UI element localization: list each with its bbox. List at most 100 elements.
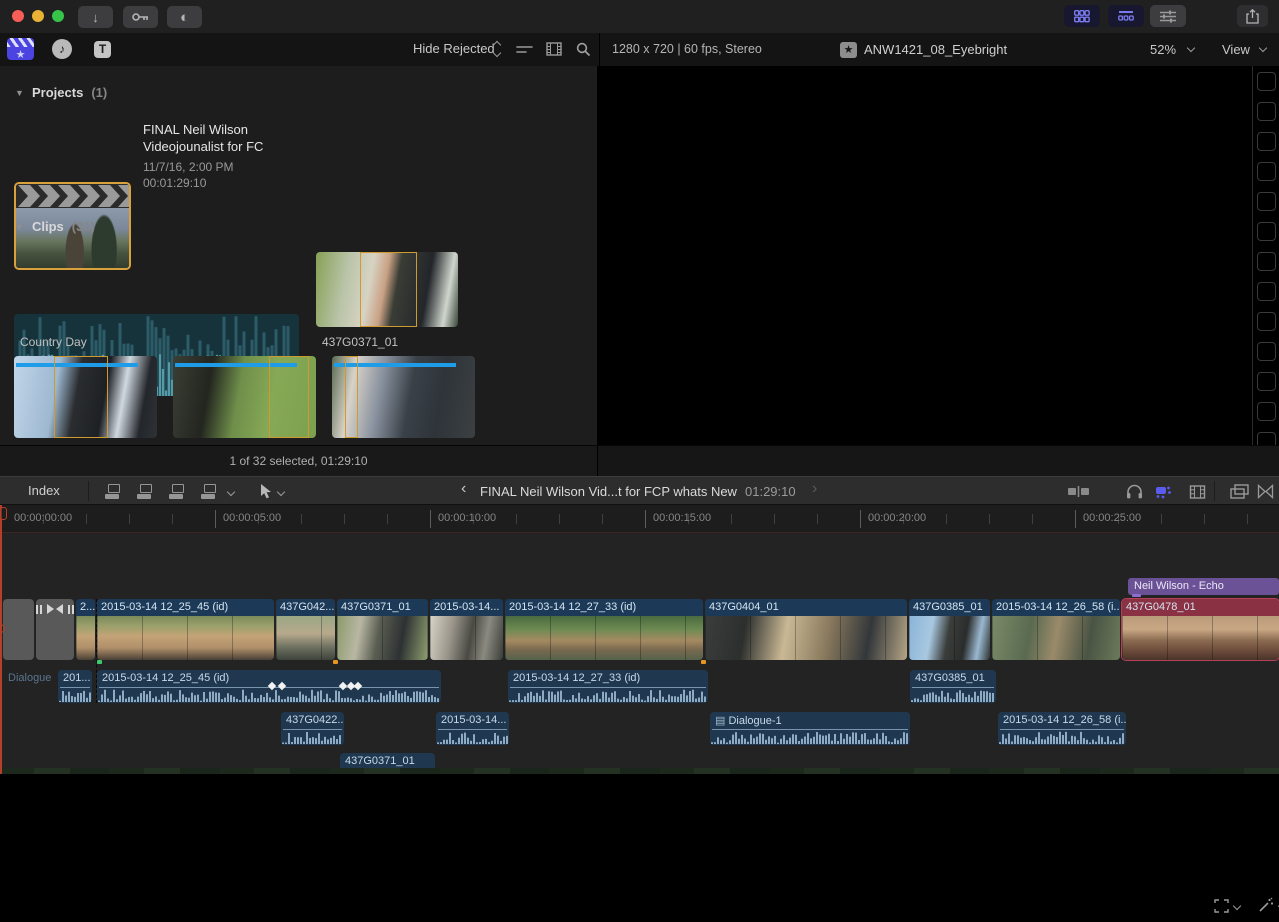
libraries-sidebar-button[interactable]: ★ [7, 38, 34, 60]
timeline-video-clip[interactable]: 2015-03-14... [430, 599, 503, 660]
append-edit-icon[interactable] [169, 484, 189, 499]
volume-line[interactable] [510, 687, 706, 688]
viewer-zoom-popup[interactable]: 52% [1150, 42, 1176, 57]
browser-list-view-button[interactable] [1108, 5, 1144, 27]
timeline-body[interactable]: Neil Wilson - Echo 2...2015-03-14 12_25_… [0, 533, 1279, 774]
clips-disclosure-triangle[interactable]: ▼ [15, 222, 24, 232]
breadcrumb-project-title[interactable]: FINAL Neil Wilson Vid...t for FCP whats … [480, 484, 737, 499]
range-selection[interactable] [345, 356, 358, 438]
range-selection[interactable] [269, 356, 309, 438]
ruler-tick [387, 514, 388, 524]
timeline-video-clip[interactable]: 437G0385_01 [909, 599, 990, 660]
volume-line[interactable] [1000, 729, 1124, 730]
viewer-view-popup[interactable]: View [1222, 42, 1250, 57]
chevron-down-icon[interactable] [227, 488, 235, 496]
filmstrip-chevrons [16, 184, 129, 208]
filter-popup[interactable]: Hide Rejected [413, 41, 495, 56]
project-thumbnail-image [16, 208, 129, 268]
media-info-text: 1280 x 720 | 60 fps, Stereo [612, 42, 762, 56]
chevron-down-icon [1259, 44, 1267, 52]
browser-clip-437G0371[interactable] [316, 252, 458, 327]
volume-line[interactable] [60, 687, 90, 688]
timeline-audio-clip[interactable]: 437G0385_01 [910, 670, 996, 703]
playhead-line[interactable] [0, 505, 2, 774]
crop-tool-icon[interactable] [1214, 899, 1229, 913]
projects-section-header: Projects(1) [32, 85, 107, 100]
zoom-window-button[interactable] [52, 10, 64, 22]
volume-line[interactable] [438, 729, 507, 730]
range-selection[interactable] [54, 356, 108, 438]
import-media-button[interactable]: ↓ [78, 6, 113, 28]
audio-clip-name: 201... [58, 670, 92, 684]
popup-chevrons-icon[interactable] [492, 41, 502, 57]
inspector-button[interactable] [1150, 5, 1186, 27]
timeline-video-clip[interactable]: 437G0478_01 [1122, 599, 1279, 660]
breadcrumb-back-chevron[interactable]: ‹ [461, 480, 466, 498]
viewer-canvas[interactable] [598, 66, 1250, 445]
timeline-video-clip[interactable]: 2015-03-14 12_25_45 (id) [97, 599, 274, 660]
dialogue-role-label[interactable]: Dialogue [8, 672, 51, 684]
breadcrumb-forward-chevron[interactable]: › [812, 480, 817, 498]
clip-filmstrip-thumbnail [909, 616, 990, 660]
minimize-window-button[interactable] [32, 10, 44, 22]
ruler-tick [86, 514, 87, 524]
close-window-button[interactable] [12, 10, 24, 22]
overwrite-edit-icon[interactable] [201, 484, 221, 499]
chevron-down-icon[interactable] [1233, 902, 1241, 910]
browser-toolbar: ★ ♪ T Hide Rejected 1280 x 720 | 60 fps,… [0, 33, 1279, 66]
volume-line[interactable] [712, 729, 908, 730]
browser-clip-thumbnail[interactable] [14, 356, 157, 438]
sprocket-hole [1257, 372, 1276, 391]
timeline-audio-clip[interactable]: 437G0422... [281, 712, 344, 745]
timeline-history-icon[interactable] [1230, 484, 1249, 499]
project-title-line1[interactable]: FINAL Neil Wilson [143, 122, 303, 137]
timeline-audio-clip[interactable]: 201... [58, 670, 92, 703]
ruler-timecode-label: 00:00:05:00 [223, 512, 281, 524]
projects-disclosure-triangle[interactable]: ▼ [15, 88, 24, 98]
timeline-video-clip[interactable]: 2015-03-14 12_27_33 (id) [505, 599, 703, 660]
timeline-audio-clip[interactable]: 2015-03-14 12_25_45 (id) [97, 670, 441, 703]
titles-generators-sidebar-button[interactable]: T [94, 41, 111, 58]
share-button[interactable] [1237, 5, 1268, 27]
timeline-audio-clip[interactable]: 2015-03-14... [436, 712, 509, 745]
timeline-video-clip[interactable] [3, 599, 34, 660]
transition-bowtie-icon[interactable] [1257, 484, 1274, 499]
browser-clip-thumbnail[interactable] [173, 356, 316, 438]
index-button[interactable]: Index [28, 483, 60, 498]
search-icon[interactable] [576, 42, 591, 57]
filmstrip-toggle-icon[interactable] [546, 41, 562, 57]
timeline-video-clip[interactable]: 2015-03-14 12_26_58 (i... [992, 599, 1120, 660]
audio-skimming-icon[interactable] [1126, 484, 1143, 499]
timeline-video-clip[interactable]: 437G0404_01 [705, 599, 907, 660]
ruler-tick [215, 510, 216, 528]
timeline-ruler[interactable]: 00:00:00:0000:00:05:0000:00:10:0000:00:1… [0, 505, 1279, 533]
timeline-audio-clip[interactable]: ▤ Dialogue-1 [710, 712, 910, 745]
timeline-transition-clip[interactable] [36, 599, 74, 660]
volume-line[interactable] [912, 687, 994, 688]
volume-line[interactable] [283, 729, 342, 730]
solo-icon[interactable] [1153, 485, 1173, 499]
chevron-down-icon[interactable] [277, 488, 285, 496]
background-tasks-button[interactable]: ◐ [167, 6, 202, 28]
timeline-video-clip[interactable]: 2... [76, 599, 95, 660]
select-tool-icon[interactable] [260, 484, 272, 499]
keyword-editor-button[interactable] [123, 6, 158, 28]
clip-appearance-icon[interactable] [516, 43, 533, 56]
insert-edit-icon[interactable] [137, 484, 157, 499]
project-title-line2[interactable]: Videojounalist for FC [143, 139, 300, 154]
timeline-audio-clip[interactable]: 2015-03-14 12_26_58 (i... [998, 712, 1126, 745]
breadcrumb-duration: 01:29:10 [745, 484, 796, 499]
timeline-video-clip[interactable]: 437G042... [276, 599, 335, 660]
timeline-video-clip[interactable]: 437G0371_01 [337, 599, 428, 660]
connect-edit-icon[interactable] [105, 484, 125, 499]
snapping-icon[interactable] [1189, 484, 1206, 500]
connected-title-clip[interactable]: Neil Wilson - Echo [1128, 578, 1279, 595]
photos-audio-sidebar-button[interactable]: ♪ [52, 39, 72, 59]
browser-clip-thumbnail[interactable] [332, 356, 475, 438]
clip-skimming-icon[interactable] [1068, 486, 1090, 497]
range-selection[interactable] [360, 252, 417, 327]
enhance-wand-icon[interactable] [1258, 897, 1274, 913]
browser-grid-view-button[interactable] [1064, 5, 1100, 27]
playhead-top-handle[interactable] [0, 507, 7, 520]
timeline-audio-clip[interactable]: 2015-03-14 12_27_33 (id) [508, 670, 708, 703]
